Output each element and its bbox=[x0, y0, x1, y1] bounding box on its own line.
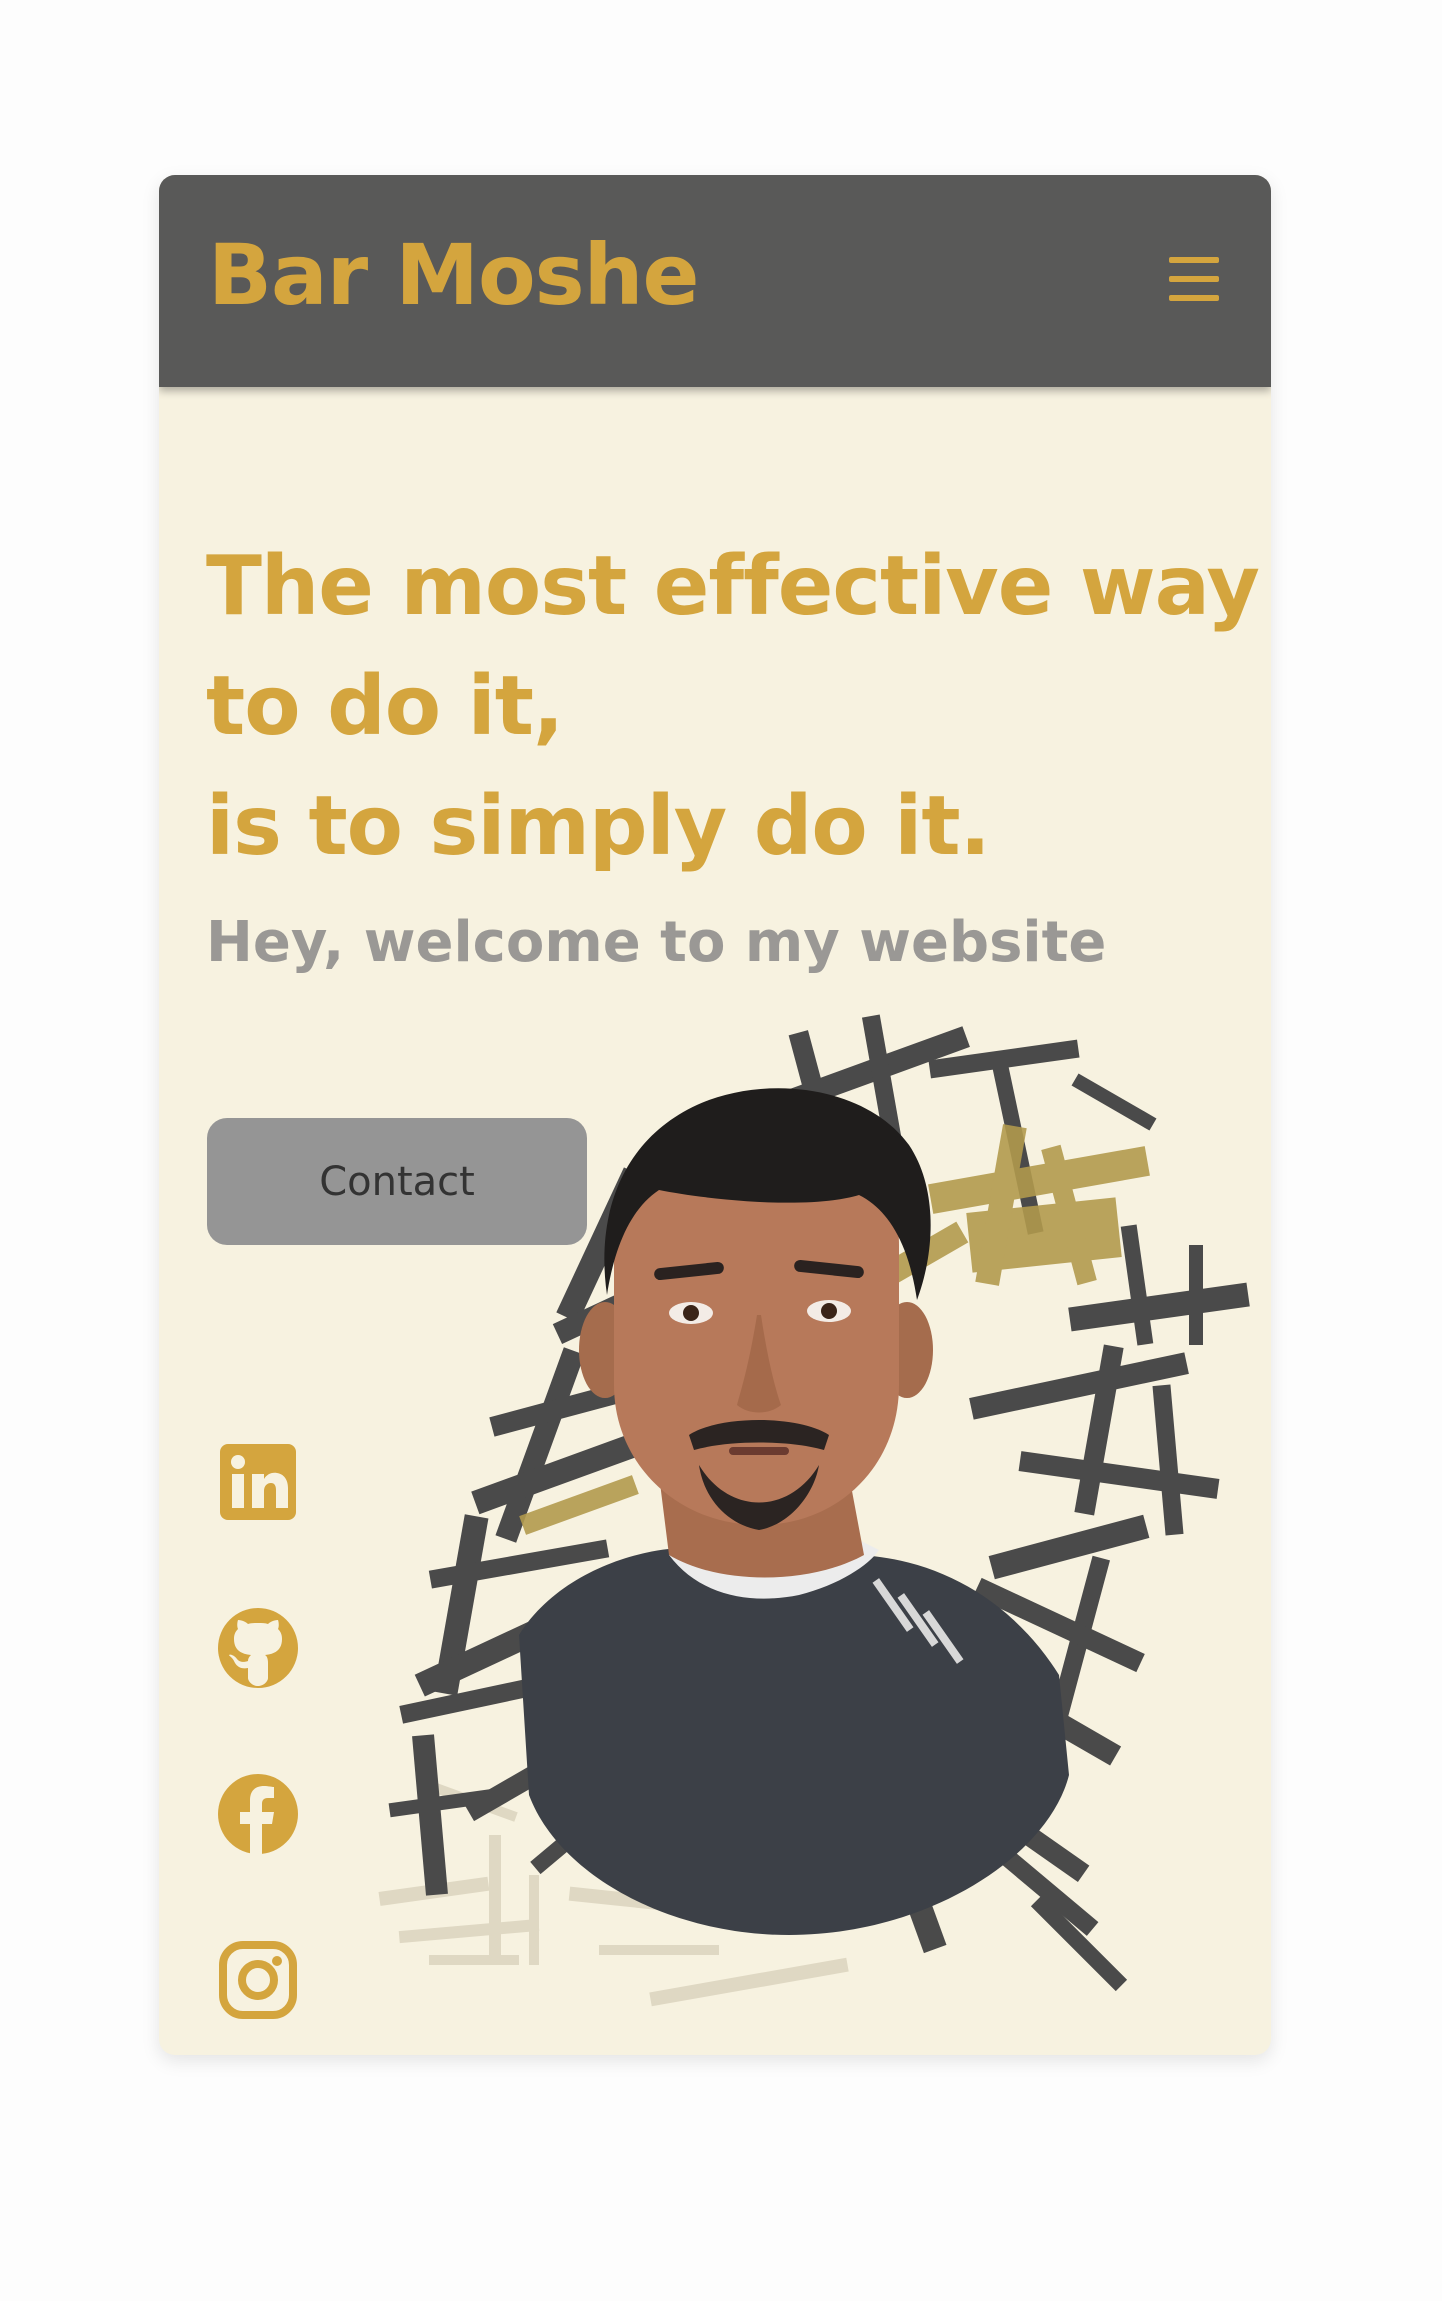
contact-button[interactable]: Contact bbox=[207, 1118, 587, 1245]
headline-line: is to simply do it. bbox=[206, 779, 991, 874]
navbar: Bar Moshe bbox=[159, 175, 1271, 387]
instagram-icon[interactable] bbox=[216, 1938, 300, 2022]
github-icon[interactable] bbox=[216, 1606, 300, 1690]
headline-line: The most effective way bbox=[206, 539, 1260, 634]
brand-name[interactable]: Bar Moshe bbox=[208, 233, 699, 317]
facebook-icon[interactable] bbox=[216, 1772, 300, 1856]
linkedin-icon[interactable] bbox=[216, 1440, 300, 1524]
page-card: Bar Moshe The most effective way to do i… bbox=[159, 175, 1271, 2055]
hero-headline: The most effective way to do it, is to s… bbox=[206, 527, 1260, 887]
hero-subheading: Hey, welcome to my website bbox=[206, 910, 1107, 975]
hamburger-menu-icon[interactable] bbox=[1169, 257, 1219, 301]
headline-line: to do it, bbox=[206, 659, 564, 754]
